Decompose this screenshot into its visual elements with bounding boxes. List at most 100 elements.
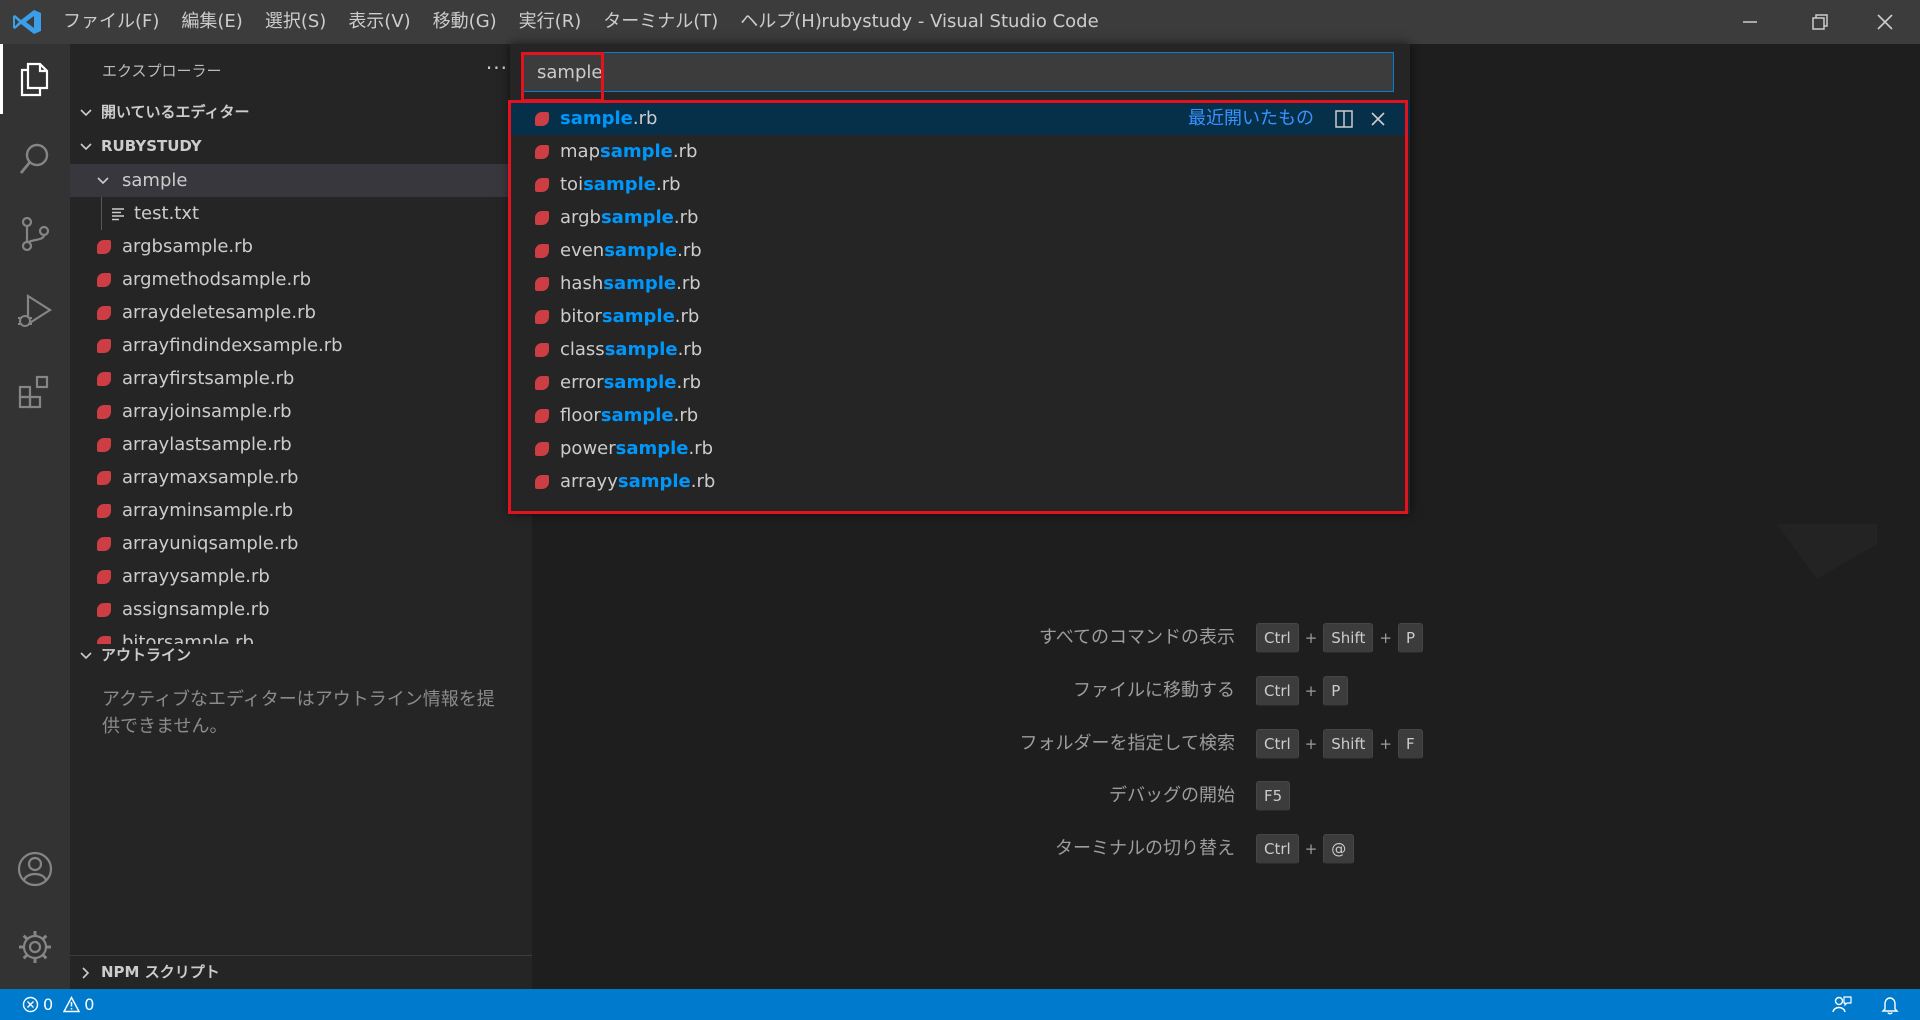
ruby-file-icon (535, 475, 549, 489)
run-debug-icon (18, 293, 53, 327)
result-prefix: map (560, 141, 600, 162)
ruby-file-icon (535, 442, 549, 456)
keycap: Shift (1323, 623, 1374, 653)
menu-item[interactable]: ヘルプ(H) (729, 0, 833, 44)
ruby-file-icon (97, 570, 111, 584)
menu-item[interactable]: ターミナル(T) (592, 0, 729, 44)
tree-file[interactable]: arrayysample.rb (70, 560, 532, 593)
keycap: Ctrl (1256, 729, 1299, 759)
extensions-activity[interactable] (0, 357, 70, 427)
result-name: classsample.rb (560, 333, 702, 366)
tree-file[interactable]: argmethodsample.rb (70, 263, 532, 296)
explorer-activity[interactable] (0, 44, 70, 114)
result-match: sample (601, 306, 675, 327)
minimize-button[interactable] (1720, 0, 1780, 44)
menu-item[interactable]: 実行(R) (508, 0, 593, 44)
file-name: argmethodsample.rb (122, 269, 312, 290)
npm-scripts-header[interactable]: NPM スクリプト (70, 956, 532, 989)
outline-header[interactable]: アウトライン (70, 639, 532, 672)
file-tree: sample test.txt argbsample.rb argmethodsa… (70, 164, 532, 644)
menu-item[interactable]: 選択(S) (254, 0, 337, 44)
tree-file[interactable]: arraydeletesample.rb (70, 296, 532, 329)
tree-file[interactable]: arrayjoinsample.rb (70, 395, 532, 428)
tree-file[interactable]: arraymaxsample.rb (70, 461, 532, 494)
tree-file[interactable]: arrayfindindexsample.rb (70, 329, 532, 362)
search-activity[interactable] (0, 124, 70, 194)
quick-open-item[interactable]: classsample.rb (510, 333, 1410, 366)
tree-file[interactable]: arraylastsample.rb (70, 428, 532, 461)
restore-button[interactable] (1790, 0, 1850, 44)
bell-icon[interactable] (1880, 995, 1900, 1015)
active-indicator (0, 44, 3, 114)
shortcut-keys: Ctrl + Shift + P (1256, 623, 1424, 653)
result-match: sample (583, 174, 656, 195)
quick-open-item[interactable]: mapsample.rb (510, 135, 1410, 168)
shortcut-label: デバッグの開始 (1109, 785, 1235, 806)
tree-file-test-txt[interactable]: test.txt (70, 197, 532, 230)
quick-open-item[interactable]: hashsample.rb (510, 267, 1410, 300)
file-name: arrayfirstsample.rb (122, 368, 295, 389)
indent-guide (101, 197, 102, 230)
quick-open-item[interactable]: arrayysample.rb (510, 465, 1410, 498)
shortcut-row: デバッグの開始 F5 (960, 776, 1560, 816)
ruby-file-icon (97, 306, 111, 320)
quick-open-item[interactable]: sample.rb 最近開いたもの (510, 102, 1410, 135)
ruby-file-icon (97, 471, 111, 485)
chevron-down-icon (80, 109, 92, 117)
run-debug-activity[interactable] (0, 276, 70, 346)
menu-item[interactable]: 表示(V) (337, 0, 421, 44)
section-label: NPM スクリプト (101, 963, 220, 981)
file-name: arraydeletesample.rb (122, 302, 316, 323)
result-suffix: .rb (677, 240, 702, 261)
menu-bar: ファイル(F) 編集(E) 選択(S) 表示(V) 移動(G) 実行(R) ターミナル(T)… (52, 0, 833, 44)
quick-open-item[interactable]: bitorsample.rb (510, 300, 1410, 333)
keycap: F5 (1256, 781, 1291, 811)
keycap: Shift (1323, 729, 1374, 759)
result-name: hashsample.rb (560, 267, 701, 300)
ruby-file-icon (535, 244, 549, 258)
split-editor-icon[interactable] (1334, 109, 1354, 129)
menu-item[interactable]: 移動(G) (422, 0, 508, 44)
quick-open-item[interactable]: argbsample.rb (510, 201, 1410, 234)
tree-file[interactable]: argbsample.rb (70, 230, 532, 263)
quick-open-item[interactable]: floorsample.rb (510, 399, 1410, 432)
result-match: sample (615, 438, 689, 459)
quick-open-item[interactable]: evensample.rb (510, 234, 1410, 267)
shortcut-row: ファイルに移動する Ctrl + P (960, 671, 1560, 711)
open-editors-header[interactable]: 開いているエディター (70, 96, 532, 129)
tree-file[interactable]: assignsample.rb (70, 593, 532, 626)
ruby-file-icon (535, 112, 549, 126)
section-label: アウトライン (101, 646, 192, 664)
quick-open-item[interactable]: errorsample.rb (510, 366, 1410, 399)
tree-file[interactable]: arrayfirstsample.rb (70, 362, 532, 395)
menu-item[interactable]: ファイル(F) (52, 0, 170, 44)
result-name: bitorsample.rb (560, 300, 699, 333)
result-name: evensample.rb (560, 234, 702, 267)
quick-open-item[interactable]: toisample.rb (510, 168, 1410, 201)
close-window-button[interactable] (1855, 0, 1915, 44)
result-name: errorsample.rb (560, 366, 701, 399)
file-name: arraymaxsample.rb (122, 467, 299, 488)
menu-item[interactable]: 編集(E) (170, 0, 253, 44)
problems-status[interactable]: 0 0 (22, 989, 94, 1020)
manage-activity[interactable] (0, 912, 70, 982)
tree-file[interactable]: arrayuniqsample.rb (70, 527, 532, 560)
keycap: Ctrl (1256, 834, 1299, 864)
workspace-header[interactable]: RUBYSTUDY (70, 130, 532, 163)
recently-opened-label: 最近開いたもの (1188, 108, 1314, 129)
tree-folder-sample[interactable]: sample (70, 164, 532, 197)
tree-file[interactable]: arrayminsample.rb (70, 494, 532, 527)
quick-open-item[interactable]: powersample.rb (510, 432, 1410, 465)
plus-separator: + (1304, 682, 1318, 700)
result-match: sample (600, 405, 674, 426)
more-actions-button[interactable]: ··· (486, 56, 508, 80)
feedback-icon[interactable] (1832, 995, 1852, 1015)
close-icon[interactable] (1368, 109, 1388, 129)
accounts-activity[interactable] (0, 834, 70, 904)
error-icon (22, 996, 39, 1013)
result-suffix: .rb (676, 372, 702, 393)
result-suffix: .rb (674, 306, 700, 327)
quick-open-input[interactable] (522, 52, 1394, 92)
file-name: arrayminsample.rb (122, 500, 294, 521)
source-control-activity[interactable] (0, 199, 70, 269)
